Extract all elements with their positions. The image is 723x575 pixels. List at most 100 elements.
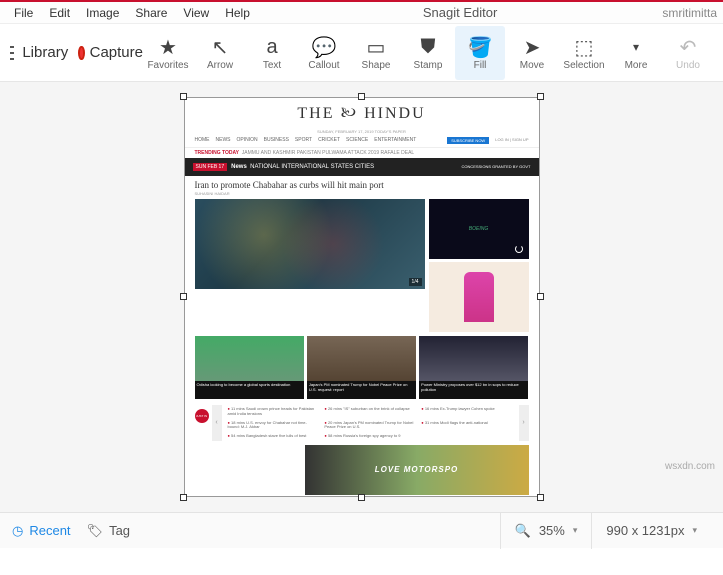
menu-image[interactable]: Image [78, 4, 127, 22]
shape-icon: ▭ [367, 34, 386, 60]
search-icon: 🔍 [515, 523, 531, 539]
date-tag: SUN FEB 17 [193, 163, 228, 171]
tool-callout[interactable]: 💬Callout [299, 26, 349, 80]
tool-label: Text [263, 60, 281, 71]
nav-item: SPORT [295, 137, 312, 144]
carousel-item: ● 26 mins "IS" suburban on the brink of … [321, 405, 418, 419]
captured-image[interactable]: THE 🙠 HINDU SUNDAY, FEBRUARY 17, 2019 TO… [184, 97, 540, 497]
tool-label: Move [520, 60, 544, 71]
resize-handle[interactable] [358, 494, 365, 501]
selection-icon: ⬚ [575, 34, 594, 60]
recent-tab[interactable]: ◷Recent [12, 523, 71, 539]
nav-item: HOME [195, 137, 210, 144]
resize-handle[interactable] [537, 93, 544, 100]
carousel-item: ● 20 mins Japan's PM nominated Trump for… [321, 419, 418, 433]
nav-item: SCIENCE [346, 137, 368, 144]
thumb-image [419, 336, 528, 381]
tag-tab[interactable]: 🏷Tag [87, 523, 130, 539]
carousel-next-icon: › [519, 405, 529, 441]
hero-image: 1/4 [195, 199, 425, 289]
resize-handle[interactable] [537, 293, 544, 300]
resize-handle[interactable] [180, 93, 187, 100]
canvas-area[interactable]: THE 🙠 HINDU SUNDAY, FEBRUARY 17, 2019 TO… [0, 82, 723, 512]
carousel-item: ● 11 mins Saudi crown prince heads for P… [225, 405, 322, 419]
thumb-card: Power Ministry proposes over $12 bn in s… [419, 336, 528, 399]
chevron-down-icon: ▾ [573, 525, 578, 536]
tool-label: Callout [308, 60, 339, 71]
tool-shape[interactable]: ▭Shape [351, 26, 401, 80]
carousel-item [418, 432, 515, 441]
thumb-card: Odisha looking to become a global sports… [195, 336, 304, 399]
dimensions-value: 990 x 1231px [606, 523, 684, 538]
menu-help[interactable]: Help [217, 4, 258, 22]
thumb-caption: Japan's PM nominated Trump for Nobel Pea… [307, 381, 416, 399]
tool-fill[interactable]: 🪣Fill [455, 26, 505, 80]
zoom-control[interactable]: 🔍35%▾ [500, 513, 592, 549]
tool-undo[interactable]: ↶Undo [663, 26, 713, 80]
undo-icon: ↶ [680, 34, 697, 60]
resize-handle[interactable] [358, 93, 365, 100]
tool-group: ★Favorites ↖Arrow aText 💬Callout ▭Shape … [143, 26, 713, 80]
thumb-row: Odisha looking to become a global sports… [185, 332, 539, 403]
resize-handle[interactable] [537, 494, 544, 501]
thumb-card: Japan's PM nominated Trump for Nobel Pea… [307, 336, 416, 399]
newsbar-item: CITIES [355, 164, 374, 170]
recent-label: Recent [29, 523, 70, 538]
resize-handle[interactable] [180, 494, 187, 501]
carousel-item: ● 54 mins Bangladesh stave five lulls of… [225, 432, 322, 441]
subscribe-button: SUBSCRIBE NOW [447, 137, 489, 144]
page-masthead: THE 🙠 HINDU [185, 98, 539, 129]
title-bar: File Edit Image Share View Help Snagit E… [0, 2, 723, 24]
video-ad: BOEING [429, 199, 529, 259]
tool-label: Favorites [147, 60, 188, 71]
tag-label: Tag [109, 523, 130, 538]
tool-text[interactable]: aText [247, 26, 297, 80]
resize-handle[interactable] [180, 293, 187, 300]
capture-button[interactable]: Capture [90, 44, 143, 61]
tool-selection[interactable]: ⬚Selection [559, 26, 609, 80]
tool-label: Undo [676, 60, 700, 71]
carousel-item: ● 31 mins Modi flags the anti-national [418, 419, 515, 433]
banner-ad: LOVE MOTORSPO [305, 445, 529, 495]
record-icon[interactable] [78, 46, 84, 60]
byline: SUHASINI HAIDAR [185, 191, 539, 199]
thumb-caption: Power Ministry proposes over $12 bn in s… [419, 381, 528, 399]
menu-view[interactable]: View [175, 4, 217, 22]
library-button[interactable]: Library [22, 44, 68, 61]
thumb-caption: Odisha looking to become a global sports… [195, 381, 304, 399]
trending-row: TRENDING TODAY JAMMU AND KASHMIR PAKISTA… [185, 148, 539, 158]
chevron-down-icon: ▾ [692, 525, 697, 536]
page-nav: HOME NEWS OPINION BUSINESS SPORT CRICKET… [185, 134, 539, 148]
menu-share[interactable]: Share [127, 4, 175, 22]
tool-favorites[interactable]: ★Favorites [143, 26, 193, 80]
nav-item: BUSINESS [264, 137, 289, 144]
menu-file[interactable]: File [6, 4, 41, 22]
tool-stamp[interactable]: ⛊Stamp [403, 26, 453, 80]
dimensions-control[interactable]: 990 x 1231px ▾ [591, 513, 711, 549]
star-icon: ★ [159, 34, 177, 60]
tool-label: Stamp [414, 60, 443, 71]
carousel-item: ● 16 mins Ex-Trump lawyer Cohen spoke [418, 405, 515, 419]
tool-label: Selection [563, 60, 604, 71]
carousel-prev-icon: ‹ [212, 405, 222, 441]
login-link: LOG IN | SIGN UP [495, 137, 528, 144]
carousel-item: ● 18 mins U.S. envoy for Chabahar not ti… [225, 419, 322, 433]
newsbar-item: INTERNATIONAL [281, 164, 329, 170]
video-brand: BOEING [469, 226, 488, 232]
nav-item: CRICKET [318, 137, 340, 144]
tool-move[interactable]: ➤Move [507, 26, 557, 80]
tool-label: Arrow [207, 60, 233, 71]
hero-row: 1/4 BOEING [185, 199, 539, 332]
menu-edit[interactable]: Edit [41, 4, 78, 22]
news-bar: SUN FEB 17 News NATIONAL INTERNATIONAL S… [185, 158, 539, 176]
callout-icon: 💬 [312, 34, 337, 60]
tool-more[interactable]: ▾More [611, 26, 661, 80]
status-bar: ◷Recent 🏷Tag 🔍35%▾ 990 x 1231px ▾ [0, 512, 723, 548]
webpage-content: THE 🙠 HINDU SUNDAY, FEBRUARY 17, 2019 TO… [185, 98, 539, 497]
tool-arrow[interactable]: ↖Arrow [195, 26, 245, 80]
more-icon: ▾ [633, 34, 639, 60]
user-name[interactable]: smritimitta [662, 6, 717, 20]
hamburger-icon[interactable] [10, 46, 14, 60]
nav-item: NEWS [216, 137, 231, 144]
app-title: Snagit Editor [258, 5, 662, 20]
